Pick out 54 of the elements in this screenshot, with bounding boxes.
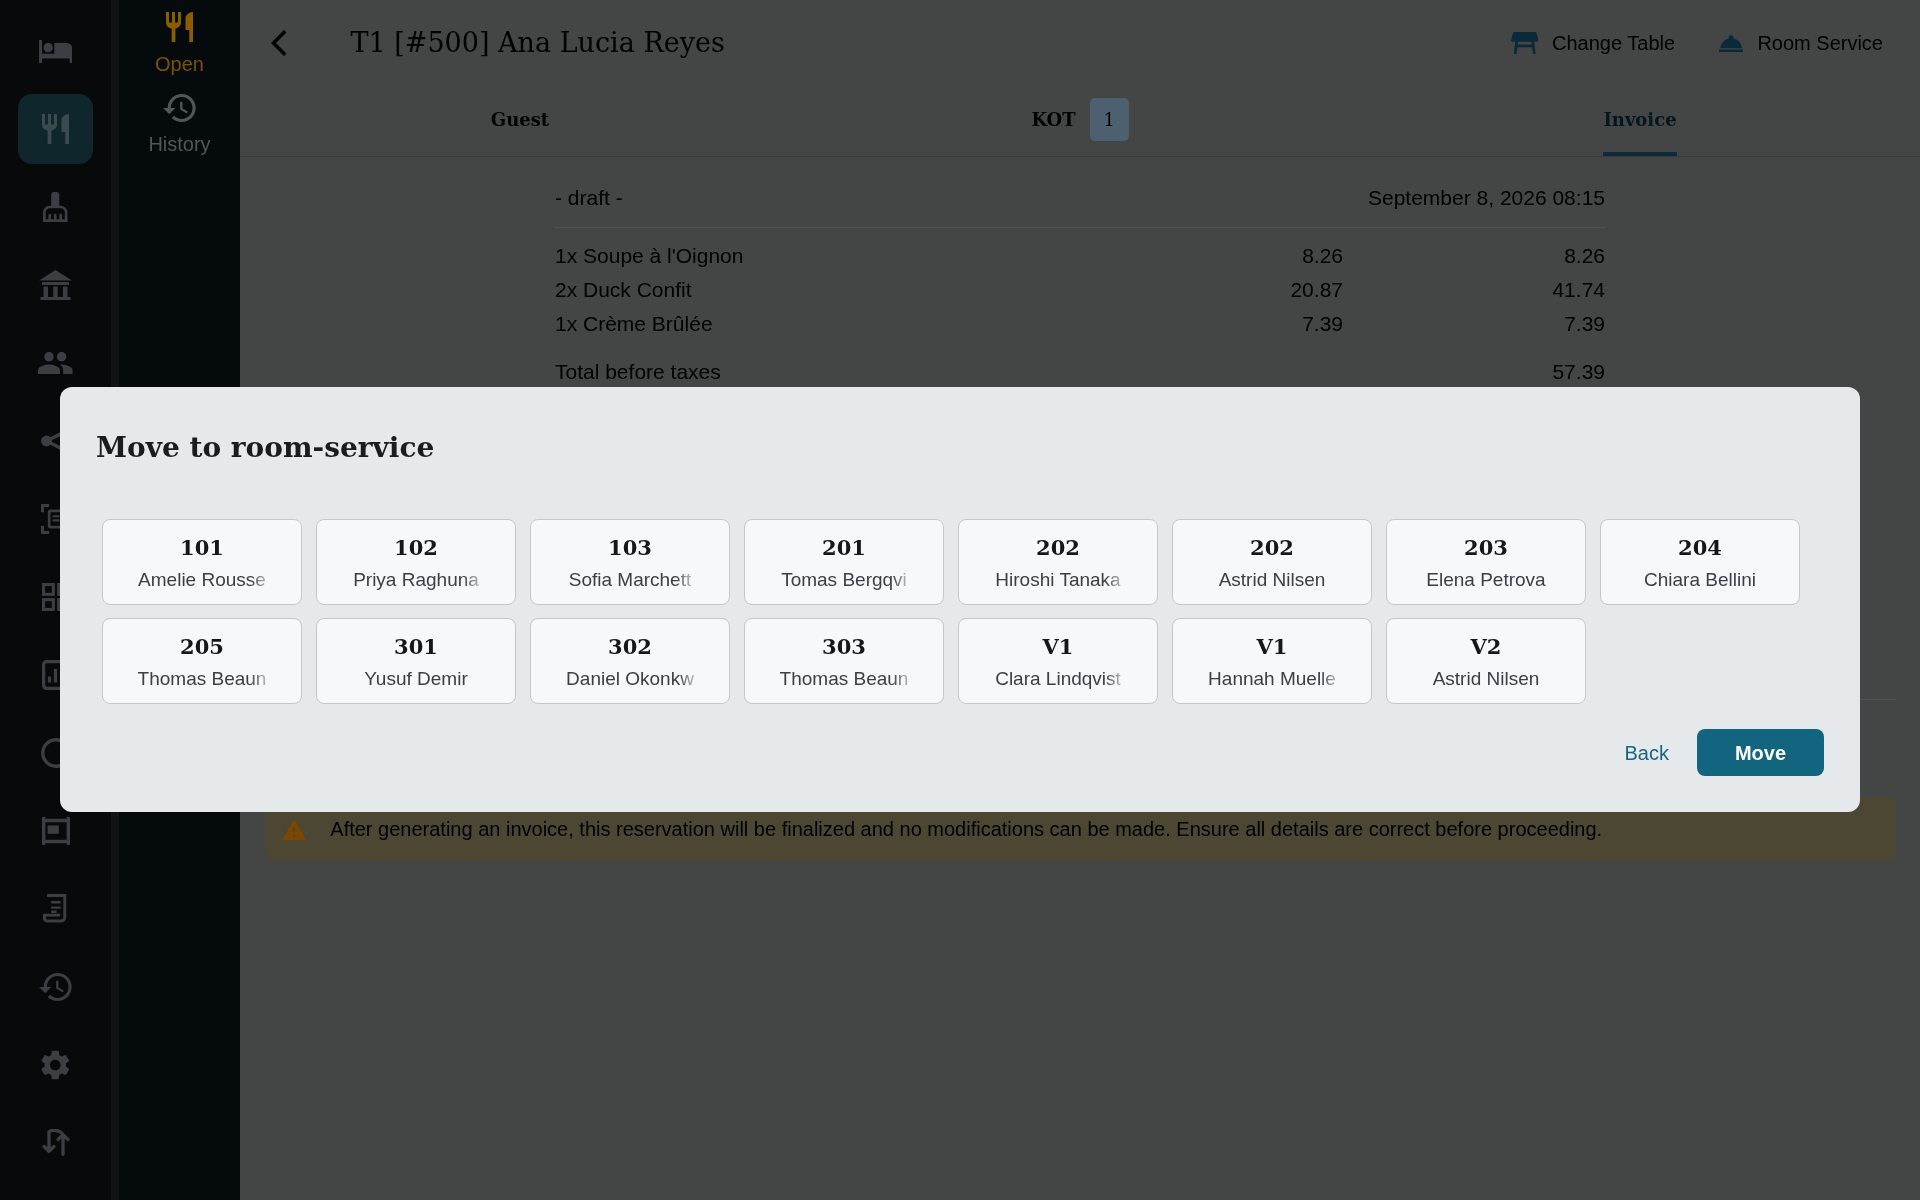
room-card[interactable]: V2 Astrid Nilsen bbox=[1386, 618, 1586, 704]
move-button[interactable]: Move bbox=[1697, 729, 1824, 776]
room-card[interactable]: 101 Amelie Rousse bbox=[102, 519, 302, 605]
building-icon[interactable] bbox=[39, 270, 72, 300]
invoice-status: - draft - bbox=[555, 185, 623, 211]
service-bell-icon bbox=[1719, 34, 1744, 52]
fork-knife-icon[interactable] bbox=[18, 94, 93, 164]
line-item-name: 1x Soupe à l'Oignon bbox=[555, 243, 745, 269]
unit-price: 7.39 bbox=[1301, 311, 1343, 337]
warning-icon bbox=[282, 818, 307, 840]
page-title: T1 [#500] Ana Lucia Reyes bbox=[350, 26, 725, 60]
subtotal-label: Total before taxes bbox=[555, 359, 721, 385]
report-icon[interactable] bbox=[42, 660, 60, 690]
line-amount: 7.39 bbox=[1563, 311, 1605, 337]
history-icon bbox=[163, 94, 196, 122]
room-card[interactable]: 201 Tomas Bergqvi bbox=[744, 519, 944, 605]
unit-price: 20.87 bbox=[1289, 277, 1343, 303]
fork-knife-icon bbox=[166, 12, 193, 42]
cabinet-icon[interactable] bbox=[41, 817, 70, 845]
modal-title: Move to room-service bbox=[96, 430, 436, 466]
people-icon[interactable] bbox=[38, 352, 73, 374]
broom-icon[interactable] bbox=[43, 192, 68, 222]
table-icon bbox=[1510, 32, 1538, 54]
room-card[interactable]: 202 Hiroshi Tanaka bbox=[958, 519, 1158, 605]
room-card[interactable]: 204 Chiara Bellini bbox=[1600, 519, 1800, 605]
room-card[interactable]: 103 Sofia Marchett bbox=[530, 519, 730, 605]
line-item-name: 1x Crème Brûlée bbox=[555, 311, 714, 337]
room-card[interactable]: V1 Clara Lindqvist bbox=[958, 618, 1158, 704]
line-amount: 8.26 bbox=[1563, 243, 1605, 269]
settings-icon[interactable] bbox=[41, 1050, 70, 1080]
receipt-icon[interactable] bbox=[43, 894, 68, 924]
room-card[interactable]: V1 Hannah Muelle bbox=[1172, 618, 1372, 704]
count-badge: 1 bbox=[1089, 97, 1129, 141]
room-card[interactable]: 203 Elena Petrova bbox=[1386, 519, 1586, 605]
subtotal-amount: 57.39 bbox=[1552, 359, 1605, 385]
up-down-arrows-icon[interactable] bbox=[41, 1129, 70, 1157]
line-amount: 41.74 bbox=[1551, 277, 1605, 303]
room-card[interactable]: 303 Thomas Beaun bbox=[744, 618, 944, 704]
room-card[interactable]: 301 Yusuf Demir bbox=[316, 618, 516, 704]
ring-icon[interactable] bbox=[40, 738, 60, 768]
chevron-left-icon[interactable] bbox=[270, 29, 288, 57]
line-item-name: 2x Duck Confit bbox=[555, 277, 693, 303]
document-scan-icon[interactable] bbox=[40, 504, 60, 534]
history-icon[interactable] bbox=[39, 973, 72, 1001]
invoice-date: September 8, 2026 08:15 bbox=[1368, 185, 1605, 211]
grid-icon[interactable] bbox=[41, 583, 60, 611]
room-card[interactable]: 102 Priya Raghuna bbox=[316, 519, 516, 605]
room-card[interactable]: 302 Daniel Okonkw bbox=[530, 618, 730, 704]
room-card[interactable]: 202 Astrid Nilsen bbox=[1172, 519, 1372, 605]
room-card[interactable]: 205 Thomas Beaun bbox=[102, 618, 302, 704]
unit-price: 8.26 bbox=[1301, 243, 1343, 269]
back-link[interactable]: Back bbox=[1624, 737, 1669, 768]
warning-text: After generating an invoice, this reservation will be finalized and no modifications can be made. Ensure all details are correct before proceeding. bbox=[330, 817, 1603, 842]
bed-icon[interactable] bbox=[38, 39, 73, 63]
